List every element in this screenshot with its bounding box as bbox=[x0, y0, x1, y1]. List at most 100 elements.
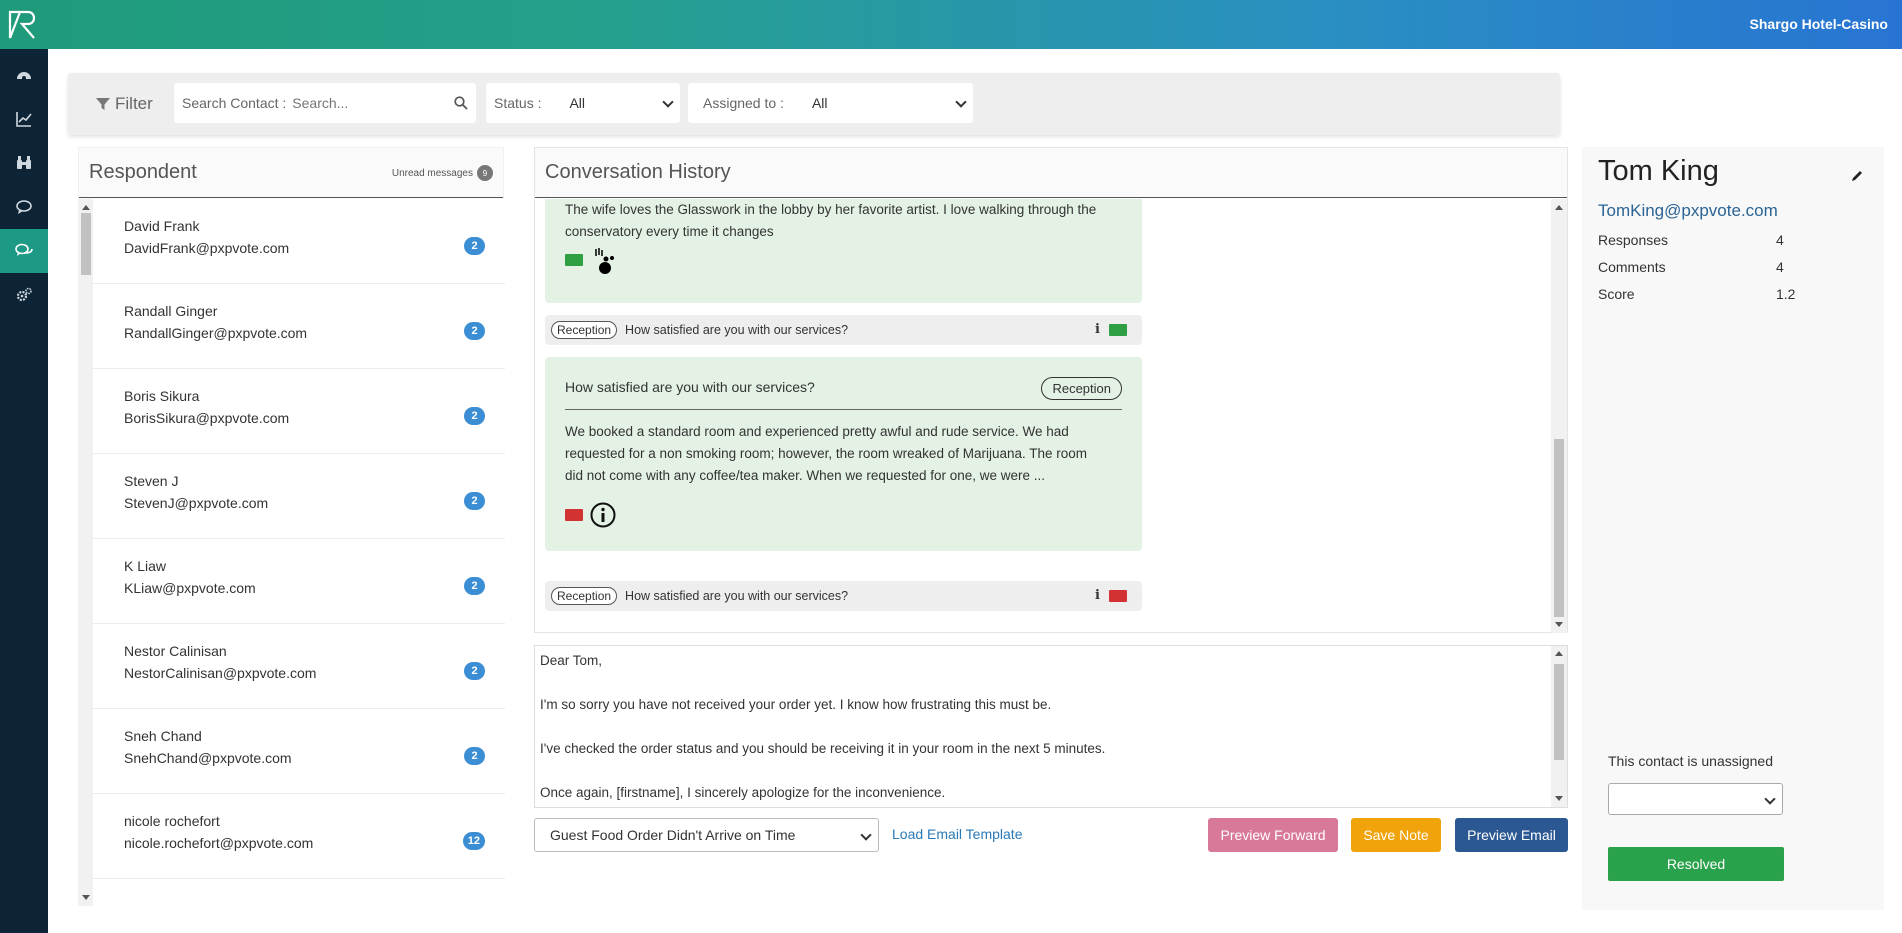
chevron-down-icon bbox=[860, 829, 872, 841]
comments-value: 4 bbox=[1776, 259, 1784, 275]
editor-scrollbar[interactable] bbox=[1551, 646, 1567, 807]
respondent-email: DavidFrank@pxpvote.com bbox=[124, 240, 290, 256]
info-circle-icon[interactable] bbox=[590, 502, 616, 528]
search-icon[interactable] bbox=[454, 96, 468, 110]
respondent-name: Boris Sikura bbox=[124, 388, 200, 404]
load-email-template-link[interactable]: Load Email Template bbox=[892, 826, 1022, 842]
preview-email-button[interactable]: Preview Email bbox=[1455, 818, 1568, 852]
scrollbar-thumb[interactable] bbox=[1554, 439, 1564, 617]
sidebar-item-explore[interactable] bbox=[0, 141, 48, 185]
pencil-icon[interactable] bbox=[1850, 169, 1864, 183]
unread-messages: Unread messages 9 bbox=[392, 165, 493, 181]
respondent-name: K Liaw bbox=[124, 558, 167, 574]
scroll-up-arrow-icon[interactable] bbox=[1555, 205, 1563, 210]
response-text-line: We booked a standard room and experience… bbox=[565, 424, 1069, 439]
responses-label: Responses bbox=[1598, 232, 1669, 248]
conversation-title: Conversation History bbox=[545, 161, 731, 183]
scroll-down-arrow-icon[interactable] bbox=[1555, 796, 1563, 801]
email-text-line: Once again, [firstname], I sincerely apo… bbox=[540, 785, 946, 800]
scroll-up-arrow-icon[interactable] bbox=[82, 205, 90, 210]
assign-user-select[interactable] bbox=[1608, 783, 1783, 815]
info-icon[interactable]: i bbox=[1095, 322, 1100, 337]
comment-icon bbox=[16, 200, 32, 214]
respondent-item[interactable]: Nestor Calinisan NestorCalinisan@pxpvote… bbox=[93, 624, 505, 709]
sidebar-item-comments[interactable] bbox=[0, 185, 48, 229]
question-text: How satisfied are you with our services? bbox=[625, 589, 849, 603]
respondent-email: BorisSikura@pxpvote.com bbox=[124, 410, 290, 426]
contact-email[interactable]: TomKing@pxpvote.com bbox=[1598, 201, 1778, 221]
save-note-button[interactable]: Save Note bbox=[1351, 818, 1441, 852]
chevron-down-icon bbox=[662, 96, 674, 108]
status-filter[interactable]: Status : All bbox=[486, 83, 680, 123]
scroll-down-arrow-icon[interactable] bbox=[82, 895, 90, 900]
search-contact-label: Search Contact : bbox=[182, 95, 287, 111]
respondent-name: Randall Ginger bbox=[124, 303, 218, 319]
comments-label: Comments bbox=[1598, 259, 1666, 275]
sidebar-item-conversations[interactable] bbox=[0, 229, 48, 273]
sidebar-item-dashboard[interactable] bbox=[0, 53, 48, 97]
divider bbox=[565, 409, 1122, 410]
category-tag: Reception bbox=[1041, 377, 1122, 400]
response-bubble: How satisfied are you with our services?… bbox=[545, 357, 1142, 551]
respondent-item[interactable]: nicole rochefort nicole.rochefort@pxpvot… bbox=[93, 794, 505, 879]
respondent-title: Respondent bbox=[89, 161, 197, 183]
respondent-list: David Frank DavidFrank@pxpvote.com 2 Ran… bbox=[79, 199, 505, 906]
chevron-down-icon bbox=[955, 96, 967, 108]
assigned-select[interactable]: All bbox=[812, 95, 828, 111]
scroll-up-arrow-icon[interactable] bbox=[1555, 651, 1563, 656]
happy-face-icon bbox=[1109, 324, 1127, 336]
sidebar-item-analytics[interactable] bbox=[0, 97, 48, 141]
property-name[interactable]: Shargo Hotel-Casino bbox=[1750, 16, 1888, 32]
email-editor[interactable]: Dear Tom, I'm so sorry you have not rece… bbox=[534, 645, 1568, 808]
respondent-item[interactable]: Boris Sikura BorisSikura@pxpvote.com 2 bbox=[93, 369, 505, 454]
category-tag: Reception bbox=[551, 321, 618, 339]
respondent-name: David Frank bbox=[124, 218, 200, 234]
resolved-button[interactable]: Resolved bbox=[1608, 847, 1784, 881]
conversation-header: Conversation History bbox=[535, 148, 1567, 198]
sad-face-icon bbox=[1109, 590, 1127, 602]
respondent-item[interactable]: Sneh Chand SnehChand@pxpvote.com 2 bbox=[93, 709, 505, 794]
info-icon[interactable]: i bbox=[1095, 588, 1100, 603]
email-template-select[interactable]: Guest Food Order Didn't Arrive on Time bbox=[534, 818, 879, 852]
preview-forward-button[interactable]: Preview Forward bbox=[1208, 818, 1338, 852]
scroll-down-arrow-icon[interactable] bbox=[1555, 622, 1563, 627]
assigned-label: Assigned to : bbox=[703, 95, 784, 111]
contact-name: Tom King bbox=[1598, 155, 1719, 187]
respondent-header: Respondent Unread messages 9 bbox=[79, 148, 503, 198]
question-row[interactable]: Reception How satisfied are you with our… bbox=[545, 581, 1142, 611]
response-text-line: The wife loves the Glasswork in the lobb… bbox=[565, 202, 1097, 217]
bomb-icon[interactable] bbox=[593, 247, 617, 275]
scrollbar-thumb[interactable] bbox=[1554, 664, 1564, 760]
question-row[interactable]: Reception How satisfied are you with our… bbox=[545, 315, 1142, 345]
email-text-line: I've checked the order status and you sh… bbox=[540, 741, 1106, 756]
respondent-item[interactable]: Randall Ginger RandallGinger@pxpvote.com… bbox=[93, 284, 505, 369]
message-count-badge: 2 bbox=[464, 322, 485, 340]
conversation-body: The wife loves the Glasswork in the lobb… bbox=[535, 199, 1551, 633]
message-count-badge: 2 bbox=[464, 407, 485, 425]
respondent-name: nicole rochefort bbox=[124, 813, 220, 829]
status-select[interactable]: All bbox=[569, 95, 585, 111]
conversation-scrollbar[interactable] bbox=[1551, 199, 1567, 633]
respondent-item[interactable]: Steven J StevenJ@pxpvote.com 2 bbox=[93, 454, 505, 539]
respondent-email: RandallGinger@pxpvote.com bbox=[124, 325, 308, 341]
respondent-item[interactable]: David Frank DavidFrank@pxpvote.com 2 bbox=[93, 199, 505, 284]
responses-value: 4 bbox=[1776, 232, 1784, 248]
respondent-scrollbar[interactable] bbox=[79, 199, 93, 906]
filter-icon bbox=[96, 98, 110, 110]
respondent-email: NestorCalinisan@pxpvote.com bbox=[124, 665, 317, 681]
scrollbar-thumb[interactable] bbox=[81, 213, 91, 275]
category-tag: Reception bbox=[551, 587, 618, 605]
assigned-filter[interactable]: Assigned to : All bbox=[688, 83, 973, 123]
comments-icon bbox=[15, 243, 33, 256]
dashboard-icon bbox=[17, 72, 31, 80]
logo-icon[interactable] bbox=[6, 8, 40, 42]
search-input[interactable] bbox=[292, 95, 443, 111]
status-label: Status : bbox=[494, 95, 542, 111]
message-count-badge: 2 bbox=[464, 662, 485, 680]
email-text-line: Dear Tom, bbox=[540, 653, 603, 668]
response-bubble: The wife loves the Glasswork in the lobb… bbox=[545, 199, 1142, 303]
search-contact-box: Search Contact : bbox=[174, 83, 476, 123]
respondent-item[interactable]: K Liaw KLiaw@pxpvote.com 2 bbox=[93, 539, 505, 624]
sidebar-item-settings[interactable] bbox=[0, 273, 48, 317]
message-count-badge: 2 bbox=[464, 237, 485, 255]
